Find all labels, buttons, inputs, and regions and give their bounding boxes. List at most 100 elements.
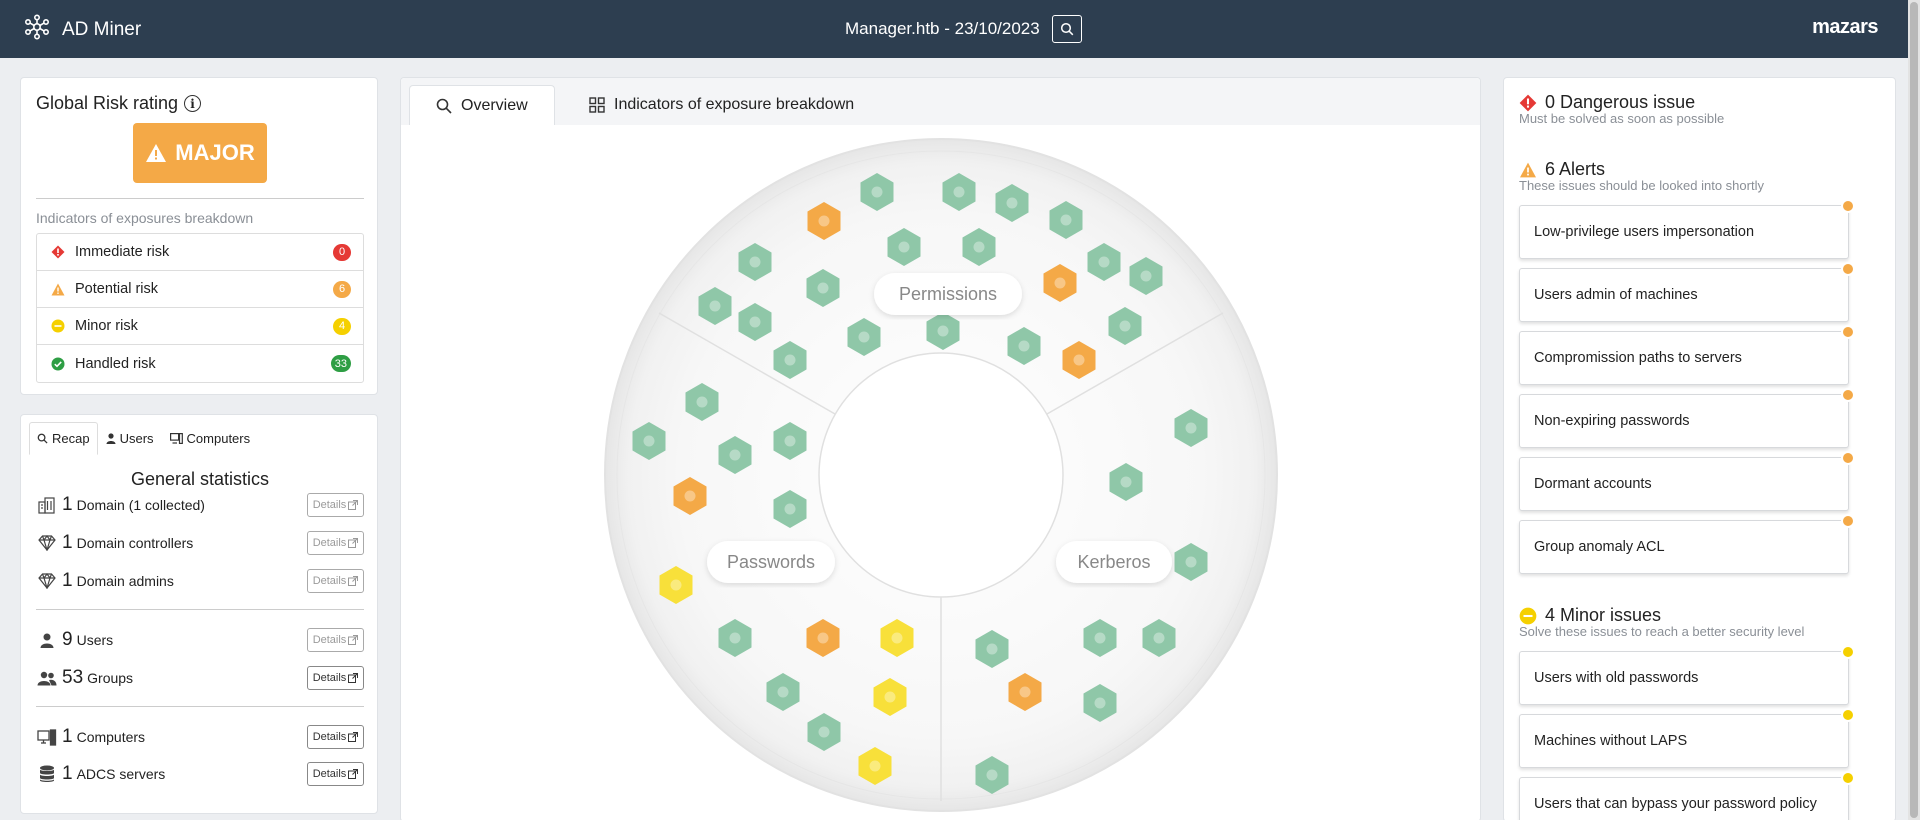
risk-label: Potential risk: [75, 281, 159, 297]
alert-item[interactable]: Users admin of machines: [1519, 262, 1855, 322]
search-icon: [436, 98, 452, 114]
tab-indicators-breakdown[interactable]: Indicators of exposure breakdown: [563, 85, 880, 125]
brand[interactable]: AD Miner: [24, 14, 141, 46]
overview-panel: Overview Indicators of exposure breakdow…: [400, 77, 1481, 820]
minor-dot: [1841, 645, 1855, 659]
dangerous-subtitle: Must be solved as soon as possible: [1519, 111, 1725, 126]
general-stats-card: Recap Users Computers General statistics…: [20, 414, 378, 814]
svg-text:Passwords: Passwords: [727, 552, 815, 572]
risk-count-badge: 33: [330, 355, 351, 372]
risk-row-handled[interactable]: Handled risk 33: [37, 345, 363, 382]
stat-label: ADCS servers: [76, 766, 166, 782]
network-logo-icon: [24, 14, 50, 46]
alert-dot: [1841, 514, 1855, 528]
details-button[interactable]: Details: [307, 725, 364, 749]
risk-rating-badge: MAJOR: [133, 123, 267, 183]
risk-count-badge: 6: [333, 280, 351, 298]
warning-icon: [146, 144, 167, 162]
page-scrollbar[interactable]: [1908, 0, 1920, 820]
alert-item[interactable]: Group anomaly ACL: [1519, 514, 1855, 574]
risk-row-immediate[interactable]: Immediate risk 0: [37, 234, 363, 271]
details-button[interactable]: Details: [307, 569, 364, 593]
stat-label: Computers: [76, 729, 146, 745]
tab-recap[interactable]: Recap: [29, 422, 98, 455]
svg-text:Kerberos: Kerberos: [1077, 552, 1150, 572]
tab-label: Overview: [461, 96, 528, 114]
alerts-title: 6 Alerts: [1545, 159, 1606, 179]
stat-label: Groups: [87, 670, 134, 686]
main-tabs: Overview Indicators of exposure breakdow…: [401, 78, 1480, 125]
stat-label: Domain admins: [76, 573, 174, 589]
diamond-icon: [36, 573, 58, 589]
alert-dot: [1841, 325, 1855, 339]
search-button[interactable]: [1051, 15, 1082, 43]
tab-overview[interactable]: Overview: [409, 85, 555, 125]
risk-breakdown-list: Immediate risk 0 Potential risk 6 Minor …: [36, 233, 364, 383]
app-name: AD Miner: [62, 19, 142, 40]
external-link-icon: [348, 576, 359, 586]
stat-row-domains: 1 Domain (1 collected) Details: [36, 492, 364, 518]
details-button[interactable]: Details: [307, 628, 364, 652]
external-link-icon: [348, 769, 359, 779]
global-risk-card: Global Risk rating i MAJOR Indicators of…: [20, 77, 378, 395]
external-link-icon: [348, 500, 359, 510]
minor-item[interactable]: Users with old passwords: [1519, 645, 1855, 705]
risk-wheel: Permissions Passwords Kerberos: [604, 138, 1278, 812]
risk-row-minor[interactable]: Minor risk 4: [37, 308, 363, 345]
minor-dot: [1841, 771, 1855, 785]
alerts-header: 6 Alerts: [1519, 159, 1605, 180]
wheel-center: [818, 352, 1064, 598]
issues-panel: 0 Dangerous issue Must be solved as soon…: [1503, 77, 1896, 820]
risk-rating-label: MAJOR: [175, 140, 255, 165]
stat-value: 1: [62, 726, 73, 747]
stat-value: 1: [62, 494, 73, 515]
minor-title: 4 Minor issues: [1545, 605, 1662, 625]
info-icon[interactable]: i: [184, 95, 202, 112]
tab-label: Users: [119, 431, 154, 446]
minor-item[interactable]: Machines without LAPS: [1519, 708, 1855, 768]
alert-dot: [1841, 388, 1855, 402]
scrollbar-thumb[interactable]: [1910, 2, 1918, 818]
divider: [36, 706, 364, 707]
building-icon: [36, 496, 58, 514]
details-button[interactable]: Details: [307, 531, 364, 555]
minor-circle-icon: [1519, 607, 1537, 624]
minor-item[interactable]: Users that can bypass your password poli…: [1519, 771, 1855, 820]
stat-label: Domain controllers: [76, 535, 194, 551]
section-label-permissions[interactable]: Permissions: [874, 273, 1022, 315]
details-button[interactable]: Details: [307, 493, 364, 517]
external-link-icon: [348, 732, 359, 742]
details-button[interactable]: Details: [307, 666, 364, 690]
external-link-icon: [348, 635, 359, 645]
top-bar: AD Miner Manager.htb - 23/10/2023 mazars: [0, 0, 1920, 58]
svg-text:Permissions: Permissions: [899, 284, 997, 304]
risk-count-badge: 4: [333, 317, 351, 335]
tab-users[interactable]: Users: [98, 422, 162, 455]
alert-item[interactable]: Dormant accounts: [1519, 451, 1855, 511]
alert-dot: [1841, 262, 1855, 276]
check-circle-icon: [51, 357, 65, 370]
tab-computers[interactable]: Computers: [162, 422, 259, 455]
stats-title: General statistics: [130, 469, 270, 489]
stat-row-users: 9 Users Details: [36, 627, 364, 653]
grid-icon: [589, 97, 605, 113]
user-icon: [36, 633, 58, 648]
details-button[interactable]: Details: [307, 762, 364, 786]
risk-count-badge: 0: [333, 243, 351, 261]
stat-row-domain-admins: 1 Domain admins Details: [36, 568, 364, 594]
search-icon: [1060, 22, 1074, 36]
divider: [36, 198, 364, 199]
alert-dot: [1841, 451, 1855, 465]
section-label-kerberos[interactable]: Kerberos: [1056, 541, 1172, 583]
alert-item[interactable]: Low-privilege users impersonation: [1519, 199, 1855, 259]
stat-row-domain-controllers: 1 Domain controllers Details: [36, 530, 364, 556]
alert-item[interactable]: Non-expiring passwords: [1519, 388, 1855, 448]
company-logo: mazars: [1812, 16, 1878, 38]
minor-circle-icon: [51, 319, 65, 333]
alert-item[interactable]: Compromission paths to servers: [1519, 325, 1855, 385]
tab-label: Indicators of exposure breakdown: [614, 96, 855, 113]
section-label-passwords[interactable]: Passwords: [707, 541, 835, 583]
users-icon: [36, 671, 58, 686]
risk-row-potential[interactable]: Potential risk 6: [37, 271, 363, 308]
alerts-subtitle: These issues should be looked into short…: [1519, 178, 1764, 193]
